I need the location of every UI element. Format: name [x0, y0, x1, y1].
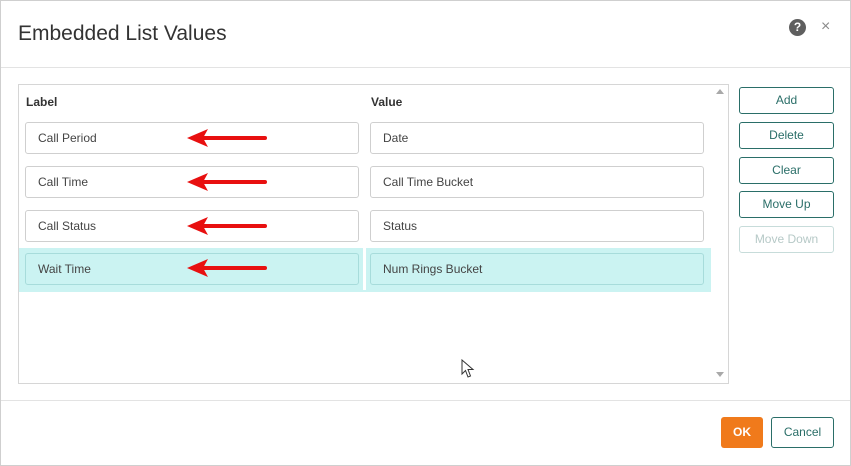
scroll-down-arrow-icon[interactable] [716, 372, 724, 377]
footer-divider [1, 400, 850, 401]
cancel-button[interactable]: Cancel [771, 417, 834, 448]
list-row[interactable]: Call Time Call Time Bucket [19, 160, 711, 204]
list-row-selected[interactable]: Wait Time Num Rings Bucket [19, 248, 711, 292]
scroll-up-arrow-icon[interactable] [716, 89, 724, 94]
red-arrow-annotation-icon [187, 129, 267, 147]
column-header-value: Value [371, 95, 403, 109]
column-header-label: Label [26, 95, 58, 109]
dialog-title: Embedded List Values [18, 22, 227, 45]
cell-divider [363, 248, 366, 290]
mouse-pointer-icon [461, 359, 475, 378]
clear-button[interactable]: Clear [739, 157, 834, 184]
red-arrow-annotation-icon [187, 217, 267, 235]
ok-button[interactable]: OK [721, 417, 763, 448]
add-button[interactable]: Add [739, 87, 834, 114]
delete-button[interactable]: Delete [739, 122, 834, 149]
red-arrow-annotation-icon [187, 259, 267, 277]
value-field[interactable]: Status [370, 210, 704, 242]
dialog-header: Embedded List Values ? × [1, 1, 850, 68]
value-field[interactable]: Num Rings Bucket [370, 253, 704, 285]
embedded-list-panel: Label Value Call Period Date Call Time C… [18, 84, 729, 384]
move-up-button[interactable]: Move Up [739, 191, 834, 218]
red-arrow-annotation-icon [187, 173, 267, 191]
help-icon[interactable]: ? [789, 19, 806, 36]
value-field[interactable]: Call Time Bucket [370, 166, 704, 198]
value-field[interactable]: Date [370, 122, 704, 154]
list-row[interactable]: Call Period Date [19, 116, 711, 160]
embedded-list-values-dialog: Embedded List Values ? × Label Value Cal… [0, 0, 851, 466]
move-down-button[interactable]: Move Down [739, 226, 834, 253]
close-icon[interactable]: × [821, 18, 830, 36]
list-row[interactable]: Call Status Status [19, 204, 711, 248]
